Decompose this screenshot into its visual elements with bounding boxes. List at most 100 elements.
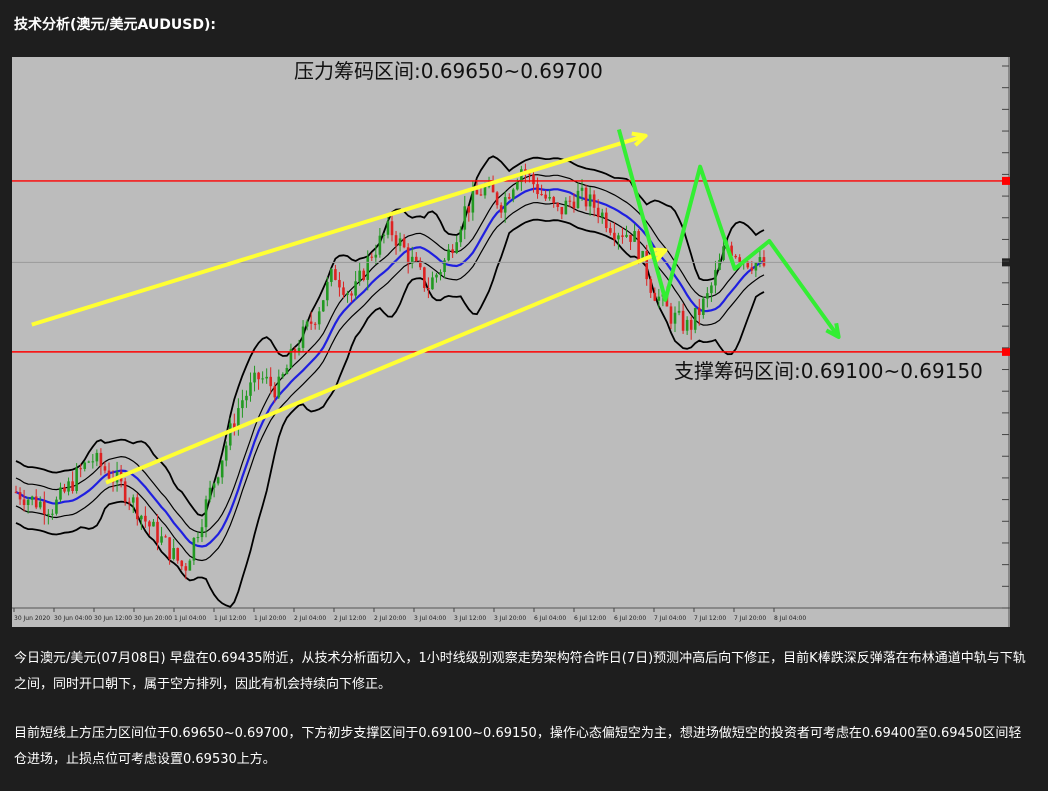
candle-body (475, 189, 479, 195)
candle-body (285, 367, 289, 375)
candle-body (346, 293, 349, 295)
candle-body (334, 269, 337, 280)
x-tick-label: 1 Jul 20:00 (254, 615, 286, 622)
candle-body (281, 374, 285, 377)
candle-body (200, 527, 204, 538)
candle-body (55, 499, 58, 514)
page-heading: 技术分析(澳元/美元AUDUSD): (14, 17, 216, 33)
candle-body (471, 189, 475, 213)
candle-body (123, 481, 127, 502)
candle-body (192, 537, 196, 561)
candle-body (406, 247, 410, 264)
candle-body (734, 255, 737, 258)
candle-body (702, 298, 705, 315)
candle-body (697, 307, 701, 315)
candle-body (257, 372, 260, 380)
candle-body (685, 319, 689, 331)
candle-body (722, 246, 725, 260)
candle-body (649, 279, 653, 293)
x-tick-label: 2 Jul 04:00 (294, 615, 326, 622)
candle-body (459, 229, 463, 243)
candle-body (532, 174, 535, 185)
candle-body (536, 184, 539, 195)
candle-body (592, 194, 596, 208)
candle-body (710, 285, 713, 294)
candle-body (107, 470, 111, 479)
candle-body (51, 513, 54, 515)
candle-body (451, 249, 454, 253)
candle-body (718, 259, 721, 270)
candle-body (79, 468, 82, 470)
candle-body (156, 521, 159, 543)
candle-body (216, 477, 220, 484)
x-tick-label: 7 Jul 04:00 (654, 615, 686, 622)
candle-body (63, 487, 66, 492)
candle-body (317, 311, 321, 325)
candle-body (706, 293, 709, 299)
candle-body (653, 292, 657, 301)
candle-body (378, 235, 382, 255)
candle-body (621, 235, 624, 237)
candle-body (71, 481, 74, 492)
candle-body (511, 189, 515, 199)
candle-body (386, 221, 390, 235)
candle-body (503, 197, 507, 213)
support-zone-label: 支撑筹码区间:0.69100~0.69150 (674, 359, 983, 383)
candle-body (99, 452, 103, 467)
x-tick-label: 30 Jun 2020 (14, 615, 50, 622)
x-tick-label: 7 Jul 12:00 (694, 615, 726, 622)
candle-body (67, 481, 70, 492)
candle-body (431, 277, 434, 290)
candle-body (277, 376, 281, 398)
candle-body (144, 515, 147, 522)
analysis-paragraph-1: 今日澳元/美元(07月08日) 早盘在0.69435附近，从技术分析面切入，1小… (14, 651, 1026, 692)
candle-body (427, 287, 430, 290)
candle-body (596, 207, 600, 218)
candle-body (762, 257, 766, 266)
x-tick-label: 3 Jul 20:00 (494, 615, 526, 622)
candle-body (588, 194, 592, 207)
candle-body (273, 386, 277, 398)
candle-body (629, 234, 632, 242)
candle-body (204, 499, 208, 528)
candle-body (681, 310, 685, 331)
candle-body (241, 400, 244, 409)
candle-body (127, 501, 131, 503)
candle-body (738, 257, 741, 263)
candle-body (305, 321, 309, 327)
candle-body (439, 272, 442, 275)
candle-body (580, 187, 584, 191)
candle-body (390, 221, 394, 236)
candle-body (657, 296, 661, 301)
candle-body (228, 423, 232, 446)
x-tick-label: 2 Jul 20:00 (374, 615, 406, 622)
candle-body (600, 212, 604, 218)
candle-body (253, 372, 256, 383)
candle-body (338, 279, 341, 288)
x-tick-label: 6 Jul 12:00 (574, 615, 606, 622)
candle-body (172, 548, 175, 559)
candle-body (176, 548, 180, 561)
x-tick-label: 30 Jun 20:00 (134, 615, 172, 622)
candle-body (160, 536, 163, 543)
candle-body (135, 497, 139, 520)
candle-body (693, 307, 697, 330)
candle-body (483, 186, 487, 196)
candle-body (362, 270, 365, 280)
candle-body (14, 491, 18, 493)
candle-body (568, 200, 572, 202)
candle-body (479, 194, 483, 196)
candle-body (645, 251, 649, 280)
candle-body (370, 256, 374, 258)
x-tick-label: 7 Jul 20:00 (734, 615, 766, 622)
candle-body (168, 537, 171, 559)
candle-body (184, 566, 188, 571)
candle-body (564, 200, 568, 215)
candle-body (140, 515, 143, 520)
candlestick-chart-svg: 0.696540.691020.69391 0.700250.699550.69… (12, 57, 1037, 627)
candle-body (673, 312, 677, 324)
candle-body (321, 300, 325, 312)
x-tick-label: 6 Jul 20:00 (614, 615, 646, 622)
x-tick-label: 8 Jul 04:00 (774, 615, 806, 622)
candle-body (398, 238, 402, 246)
